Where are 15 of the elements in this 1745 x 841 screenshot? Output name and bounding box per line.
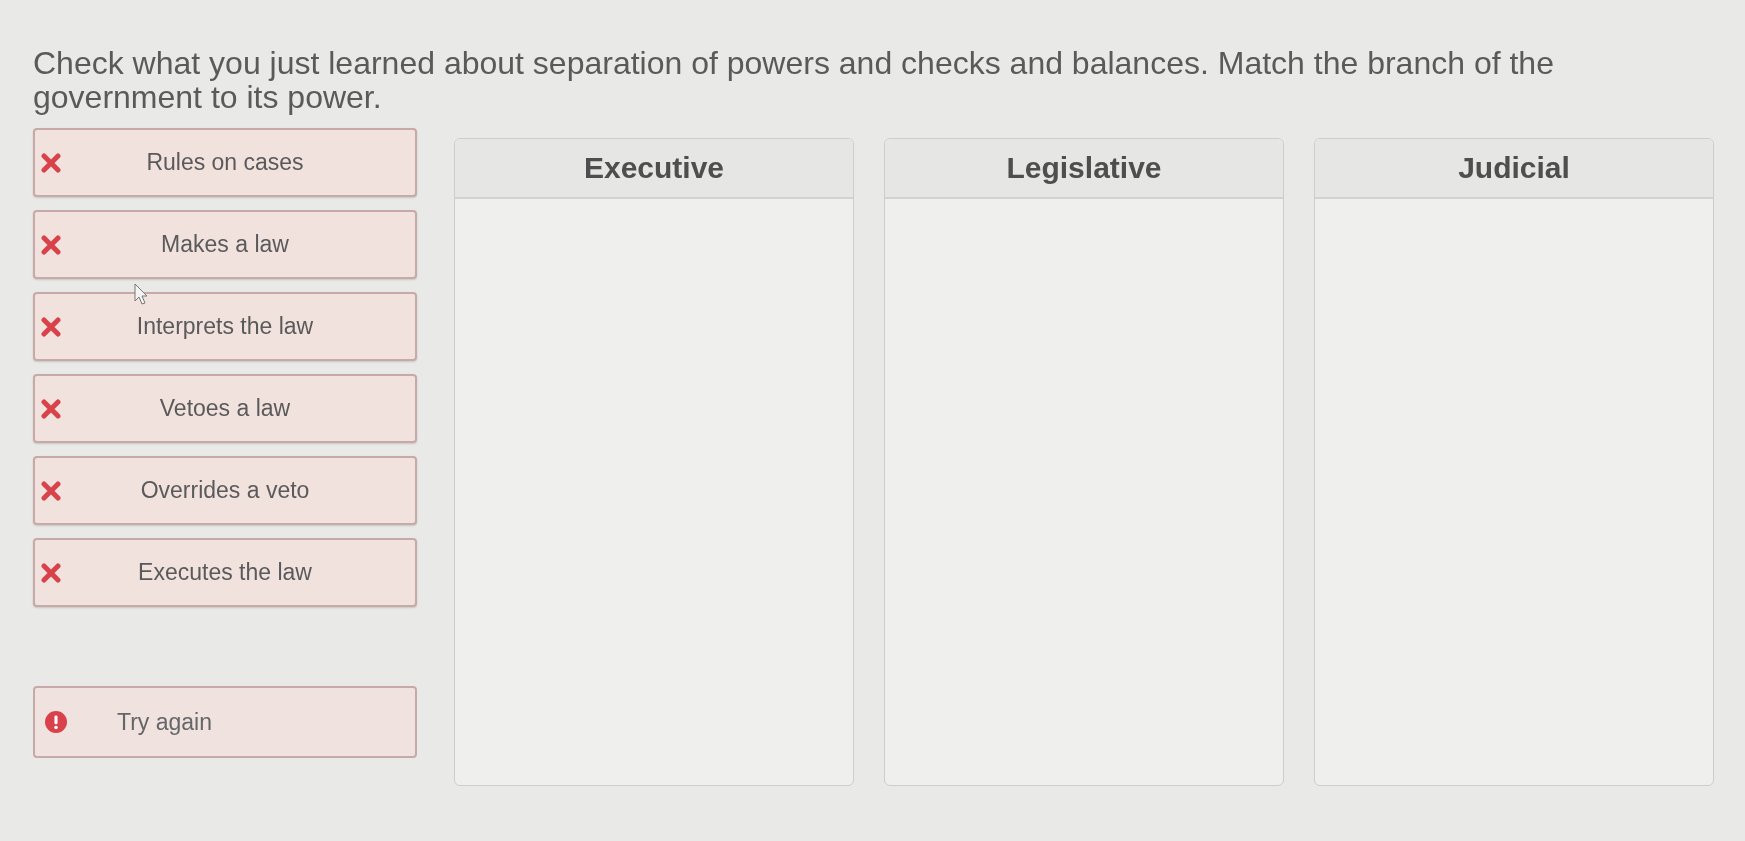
- answer-card[interactable]: Makes a law: [33, 210, 417, 279]
- answer-card[interactable]: Vetoes a law: [33, 374, 417, 443]
- pointer-cursor-icon: [134, 283, 148, 305]
- category-header: Judicial: [1315, 139, 1713, 199]
- category-header: Executive: [455, 139, 853, 199]
- instruction-text: Check what you just learned about separation of powers and checks and balances. Match the branch of the government to its power.: [33, 46, 1555, 114]
- drop-zone[interactable]: Executive: [454, 138, 854, 786]
- answer-card[interactable]: Executes the law: [33, 538, 417, 607]
- feedback-text: Try again: [117, 708, 213, 736]
- answer-card[interactable]: Rules on cases: [33, 128, 417, 197]
- drop-zone[interactable]: Legislative: [884, 138, 1284, 786]
- drop-zone[interactable]: Judicial: [1314, 138, 1714, 786]
- answer-card[interactable]: Interprets the law: [33, 292, 417, 361]
- answer-card[interactable]: Overrides a veto: [33, 456, 417, 525]
- category-header: Legislative: [885, 139, 1283, 199]
